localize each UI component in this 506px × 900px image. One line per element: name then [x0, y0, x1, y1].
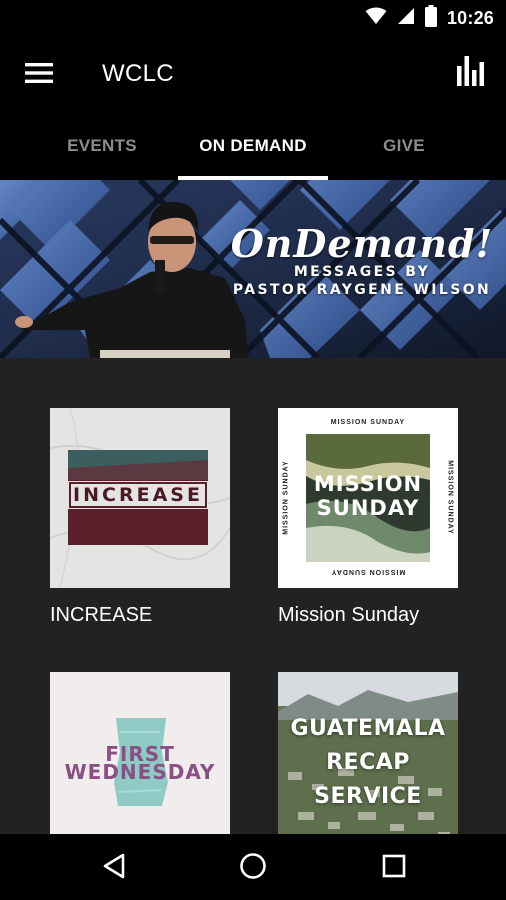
tab-label: GIVE	[383, 136, 425, 155]
menu-button[interactable]	[18, 54, 60, 96]
series-title: Mission Sunday	[278, 604, 420, 626]
tab-events[interactable]: EVENTS	[0, 112, 178, 180]
tab-label: ON DEMAND	[199, 136, 307, 155]
mission-frame-text-right: MISSION SUNDAY	[446, 460, 454, 535]
series-grid: INCREASE INCREASE MISSION SUNDAY MISSION…	[0, 358, 506, 834]
series-card-guatemala-recap[interactable]: GUATEMALA RECAP SERVICE	[278, 672, 458, 834]
wifi-icon	[365, 7, 387, 30]
tab-give[interactable]: GIVE	[328, 112, 506, 180]
series-thumbnail: INCREASE	[50, 408, 230, 588]
banner-script-title: OnDemand!	[230, 221, 494, 266]
series-card-mission-sunday[interactable]: MISSION SUNDAY MISSION SUNDAY MISSION SU…	[278, 408, 458, 627]
system-nav-bar	[0, 834, 506, 900]
first-wednesday-text-line2: WEDNESDAY	[64, 760, 216, 784]
tab-bar: EVENTS ON DEMAND GIVE	[0, 112, 506, 180]
mission-frame-text-bottom: MISSION SUNDAY	[330, 568, 406, 575]
hamburger-menu-icon	[25, 62, 53, 89]
guatemala-text-line2: RECAP	[326, 750, 410, 775]
mission-frame-text-top: MISSION SUNDAY	[330, 419, 406, 426]
home-button[interactable]	[231, 846, 275, 890]
status-time: 10:26	[446, 7, 494, 28]
on-demand-banner: OnDemand! MESSAGES BY PASTOR RAYGENE WIL…	[0, 180, 506, 358]
app-bar: WCLC	[0, 36, 506, 112]
guatemala-text-line3: SERVICE	[314, 784, 422, 809]
series-thumbnail: MISSION SUNDAY MISSION SUNDAY MISSION SU…	[278, 408, 458, 588]
home-circle-icon	[239, 852, 267, 885]
series-title: INCREASE	[50, 604, 153, 626]
recents-button[interactable]	[372, 846, 416, 890]
battery-icon	[424, 4, 437, 32]
series-card-increase[interactable]: INCREASE INCREASE	[50, 408, 230, 627]
mission-frame-text-left: MISSION SUNDAY	[282, 460, 290, 535]
mission-art-text-line2: SUNDAY	[316, 496, 420, 520]
status-icons: 10:26	[365, 4, 494, 32]
tab-label: EVENTS	[67, 136, 137, 155]
banner-text: OnDemand! MESSAGES BY PASTOR RAYGENE WIL…	[228, 221, 496, 299]
back-triangle-icon	[102, 853, 126, 884]
tab-on-demand[interactable]: ON DEMAND	[178, 112, 328, 180]
banner-subtitle-line2: PASTOR RAYGENE WILSON	[232, 282, 492, 298]
status-bar: 10:26	[0, 0, 506, 36]
increase-art-text: INCREASE	[73, 484, 203, 506]
series-card-first-wednesday[interactable]: FIRST WEDNESDAY	[50, 672, 230, 834]
stats-button[interactable]	[450, 52, 492, 94]
banner-subtitle-line1: MESSAGES BY	[293, 264, 431, 280]
app-title: WCLC	[102, 60, 174, 87]
back-button[interactable]	[92, 846, 136, 890]
series-thumbnail: FIRST WEDNESDAY	[50, 672, 230, 834]
series-thumbnail: GUATEMALA RECAP SERVICE	[278, 672, 458, 834]
bar-chart-icon	[457, 55, 485, 91]
mission-art-text-line1: MISSION	[313, 472, 423, 496]
guatemala-text-line1: GUATEMALA	[290, 716, 446, 741]
cell-signal-icon	[397, 7, 415, 30]
recents-square-icon	[382, 854, 406, 883]
